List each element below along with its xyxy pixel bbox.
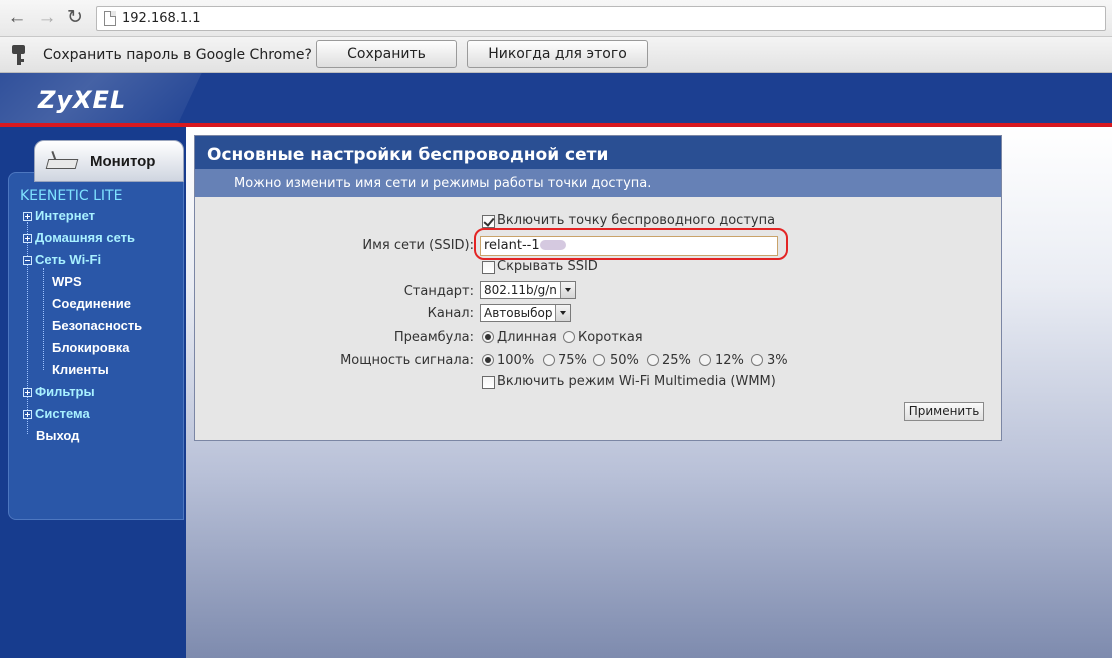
sidebar-item-wps[interactable]: WPS (52, 274, 82, 289)
ssid-input[interactable]: relant--1 (480, 236, 778, 256)
enable-ap-label: Включить точку беспроводного доступа (497, 213, 776, 228)
forward-arrow-icon[interactable]: → (36, 7, 58, 29)
expand-plus-icon (23, 410, 32, 419)
save-password-button[interactable]: Сохранить пароль (316, 40, 457, 88)
power-50-radio[interactable] (593, 354, 605, 366)
power-100-label: 100% (497, 353, 535, 368)
expand-plus-icon (23, 388, 32, 397)
ssid-label: Имя сети (SSID): (362, 238, 474, 253)
preamble-long-label: Длинная (497, 330, 557, 345)
monitor-tab[interactable]: Монитор (34, 140, 184, 182)
power-label: Мощность сигнала: (340, 353, 474, 368)
address-bar[interactable]: 192.168.1.1 (96, 6, 1106, 31)
sidebar-item-filters[interactable]: Фильтры (23, 384, 95, 399)
device-model: KEENETIC LITE (20, 188, 123, 204)
hide-ssid-checkbox[interactable] (482, 261, 495, 274)
power-3-radio[interactable] (751, 354, 763, 366)
power-100-radio[interactable] (482, 354, 494, 366)
power-12-radio[interactable] (699, 354, 711, 366)
chevron-down-icon (560, 282, 575, 298)
preamble-long-radio[interactable] (482, 331, 494, 343)
wmm-checkbox[interactable] (482, 376, 495, 389)
back-arrow-icon[interactable]: ← (6, 7, 28, 29)
router-header: ZyXEL (0, 73, 1112, 125)
preamble-label: Преамбула: (393, 330, 474, 345)
power-50-label: 50% (610, 353, 639, 368)
power-25-radio[interactable] (647, 354, 659, 366)
sidebar-item-internet[interactable]: Интернет (23, 208, 95, 223)
reload-icon[interactable]: ↻ (64, 7, 86, 29)
panel-title: Основные настройки беспроводной сети (195, 136, 1001, 169)
router-icon (45, 150, 79, 169)
monitor-tab-label: Монитор (90, 153, 156, 170)
chevron-down-icon (555, 305, 570, 321)
password-infobar: Сохранить пароль в Google Chrome? Сохран… (0, 37, 1112, 88)
zyxel-logo: ZyXEL (38, 86, 127, 114)
expand-plus-icon (23, 234, 32, 243)
browser-toolbar: ← → ↻ 192.168.1.1 (0, 0, 1112, 37)
power-75-radio[interactable] (543, 354, 555, 366)
sidebar-item-clients[interactable]: Клиенты (52, 362, 109, 377)
collapse-minus-icon (23, 256, 32, 265)
wmm-label: Включить режим Wi-Fi Multimedia (WMM) (497, 374, 776, 389)
sidebar-item-connection[interactable]: Соединение (52, 296, 131, 311)
page-icon (104, 11, 116, 26)
sidebar-item-home-network[interactable]: Домашняя сеть (23, 230, 135, 245)
hide-ssid-label: Скрывать SSID (497, 259, 598, 274)
enable-ap-checkbox[interactable] (482, 215, 495, 228)
standard-select[interactable]: 802.11b/g/n (480, 281, 576, 299)
key-icon (11, 45, 27, 67)
submenu-tree-line (43, 268, 44, 370)
preamble-short-radio[interactable] (563, 331, 575, 343)
blurred-text-redaction (539, 240, 566, 250)
power-25-label: 25% (662, 353, 691, 368)
panel-subtitle: Можно изменить имя сети и режимы работы … (195, 169, 1001, 197)
sidebar-item-blocking[interactable]: Блокировка (52, 340, 129, 355)
channel-select[interactable]: Автовыбор (480, 304, 571, 322)
sidebar-item-wifi[interactable]: Сеть Wi-Fi (23, 252, 101, 267)
preamble-short-label: Короткая (578, 330, 643, 345)
never-for-site-button[interactable]: Никогда для этого сайта (467, 40, 648, 88)
power-3-label: 3% (767, 353, 788, 368)
sidebar-item-system[interactable]: Система (23, 406, 90, 421)
power-75-label: 75% (558, 353, 587, 368)
standard-label: Стандарт: (403, 284, 474, 299)
url-text: 192.168.1.1 (122, 11, 201, 26)
apply-button[interactable]: Применить (904, 402, 984, 421)
expand-plus-icon (23, 212, 32, 221)
channel-label: Канал: (427, 306, 474, 321)
sidebar-item-logout[interactable]: Выход (36, 428, 79, 443)
sidebar-item-security[interactable]: Безопасность (52, 318, 142, 333)
power-12-label: 12% (715, 353, 744, 368)
infobar-text: Сохранить пароль в Google Chrome? (43, 47, 312, 63)
